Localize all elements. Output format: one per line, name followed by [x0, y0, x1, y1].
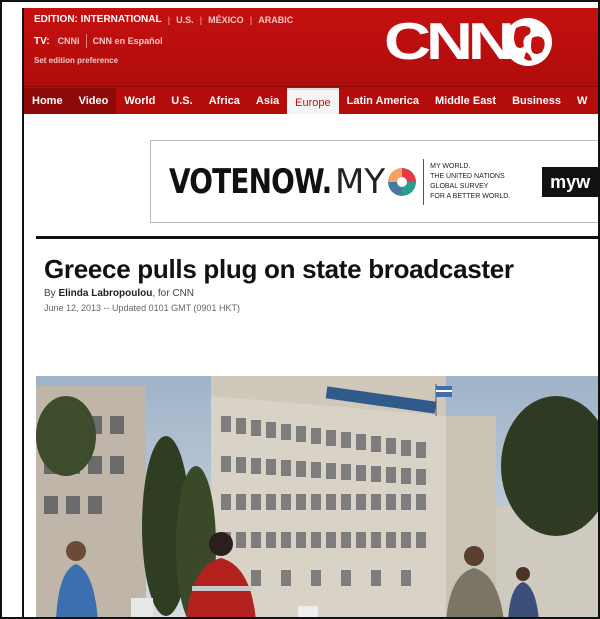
nav-europe[interactable]: Europe [287, 88, 339, 114]
edition-link-mexico[interactable]: MÉXICO [208, 15, 244, 25]
globe-icon [504, 18, 552, 66]
edition-label: EDITION: INTERNATIONAL [34, 14, 162, 25]
nav-asia[interactable]: Asia [248, 88, 287, 114]
ad-vote-text: VOTENOW. [169, 161, 332, 202]
article-photo[interactable] [36, 376, 598, 617]
nav-video[interactable]: Video [70, 88, 117, 114]
nav-world[interactable]: World [116, 88, 163, 114]
headline-divider [36, 236, 598, 239]
edition-bar: EDITION: INTERNATIONAL | U.S. | MÉXICO |… [34, 14, 294, 25]
tv-link-cnni[interactable]: CNNi [58, 36, 80, 46]
edition-preference-link[interactable]: Set edition preference [34, 56, 118, 65]
tv-bar: TV: CNNi CNN en Español [34, 34, 163, 48]
cnn-logo[interactable]: CNN [384, 16, 552, 68]
cnn-logo-text: CNN [384, 13, 515, 71]
article-dateline: June 12, 2013 -- Updated 0101 GMT (0901 … [44, 303, 240, 313]
nav-us[interactable]: U.S. [163, 88, 200, 114]
edition-link-arabic[interactable]: ARABIC [258, 15, 293, 25]
edition-link-us[interactable]: U.S. [176, 15, 194, 25]
nav-more-cut-off[interactable]: W [569, 88, 595, 114]
nav-middle-east[interactable]: Middle East [427, 88, 504, 114]
nav-business[interactable]: Business [504, 88, 569, 114]
author-link[interactable]: Elinda Labropoulou [58, 288, 152, 299]
main-nav: Home Video World U.S. Africa Asia Europe… [24, 86, 598, 114]
page-frame: EDITION: INTERNATIONAL | U.S. | MÉXICO |… [0, 0, 600, 619]
nav-latin-america[interactable]: Latin America [339, 88, 427, 114]
tv-label: TV: [34, 35, 50, 47]
site-header: EDITION: INTERNATIONAL | U.S. | MÉXICO |… [24, 8, 598, 86]
ad-my-text: MY [335, 161, 386, 202]
article-byline: By Elinda Labropoulou, for CNN [44, 288, 195, 299]
ad-myworld-button[interactable]: myw [542, 166, 598, 197]
browser-viewport: EDITION: INTERNATIONAL | U.S. | MÉXICO |… [22, 8, 598, 617]
tv-link-cnn-espanol[interactable]: CNN en Español [93, 36, 163, 46]
nav-africa[interactable]: Africa [201, 88, 248, 114]
article-headline: Greece pulls plug on state broadcaster [44, 254, 514, 284]
vote-now-ad-banner[interactable]: VOTENOW. MY MY WORLD. THE UNITED NATIONS… [150, 140, 598, 223]
ad-tagline: MY WORLD. THE UNITED NATIONS GLOBAL SURV… [430, 162, 511, 200]
my-world-logo-icon [388, 167, 417, 196]
nav-home[interactable]: Home [24, 88, 71, 114]
broadcaster-building-photo [36, 376, 598, 617]
